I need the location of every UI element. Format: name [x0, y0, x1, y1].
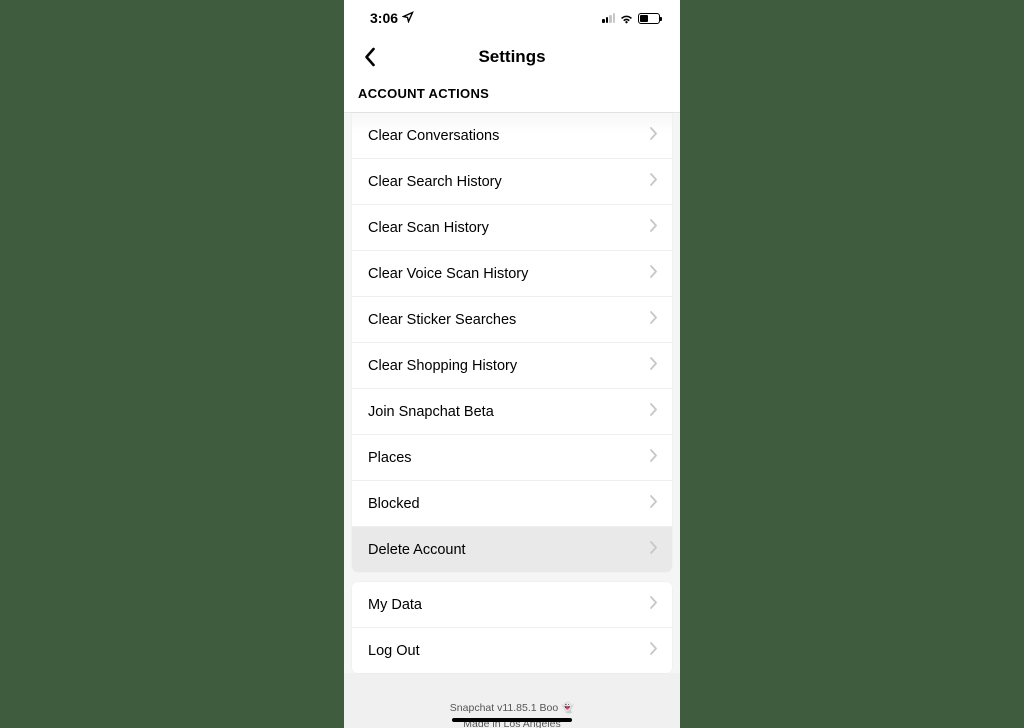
row-label: My Data — [368, 597, 422, 613]
home-indicator[interactable] — [452, 718, 572, 722]
chevron-right-icon — [650, 173, 658, 190]
chevron-right-icon — [650, 127, 658, 144]
row-join-beta[interactable]: Join Snapchat Beta — [352, 388, 672, 434]
chevron-right-icon — [650, 311, 658, 328]
row-label: Log Out — [368, 643, 420, 659]
cellular-signal-icon — [602, 13, 615, 23]
row-clear-shopping-history[interactable]: Clear Shopping History — [352, 342, 672, 388]
chevron-right-icon — [650, 265, 658, 282]
location-icon — [402, 10, 414, 26]
row-clear-search-history[interactable]: Clear Search History — [352, 158, 672, 204]
nav-header: Settings — [344, 36, 680, 78]
chevron-right-icon — [650, 642, 658, 659]
row-label: Clear Shopping History — [368, 358, 517, 374]
row-blocked[interactable]: Blocked — [352, 480, 672, 526]
row-delete-account[interactable]: Delete Account — [352, 526, 672, 572]
settings-group-2: My Data Log Out — [352, 582, 672, 673]
chevron-right-icon — [650, 596, 658, 613]
row-clear-conversations[interactable]: Clear Conversations — [352, 113, 672, 158]
row-label: Delete Account — [368, 542, 466, 558]
status-right — [602, 13, 660, 24]
chevron-right-icon — [650, 541, 658, 558]
footer-version: Snapchat v11.85.1 Boo 👻 — [344, 701, 680, 717]
row-label: Clear Sticker Searches — [368, 312, 516, 328]
page-title: Settings — [478, 47, 545, 67]
chevron-right-icon — [650, 495, 658, 512]
row-label: Clear Search History — [368, 174, 502, 190]
settings-list: Clear Conversations Clear Search History… — [344, 113, 680, 728]
row-label: Clear Scan History — [368, 220, 489, 236]
chevron-left-icon — [363, 47, 376, 67]
row-clear-sticker-searches[interactable]: Clear Sticker Searches — [352, 296, 672, 342]
chevron-right-icon — [650, 219, 658, 236]
section-title: ACCOUNT ACTIONS — [344, 78, 680, 113]
battery-icon — [638, 13, 660, 24]
row-label: Places — [368, 450, 412, 466]
status-bar: 3:06 — [344, 0, 680, 36]
row-clear-voice-scan-history[interactable]: Clear Voice Scan History — [352, 250, 672, 296]
status-left: 3:06 — [370, 10, 414, 26]
row-label: Clear Voice Scan History — [368, 266, 528, 282]
row-my-data[interactable]: My Data — [352, 582, 672, 627]
row-clear-scan-history[interactable]: Clear Scan History — [352, 204, 672, 250]
row-label: Clear Conversations — [368, 128, 499, 144]
row-places[interactable]: Places — [352, 434, 672, 480]
row-label: Blocked — [368, 496, 420, 512]
phone-frame: 3:06 Settings ACCOUNT ACTIONS — [344, 0, 680, 728]
chevron-right-icon — [650, 357, 658, 374]
settings-group-1: Clear Conversations Clear Search History… — [352, 113, 672, 572]
status-time: 3:06 — [370, 10, 398, 26]
chevron-right-icon — [650, 449, 658, 466]
wifi-icon — [619, 13, 634, 24]
row-log-out[interactable]: Log Out — [352, 627, 672, 673]
back-button[interactable] — [354, 42, 384, 72]
row-label: Join Snapchat Beta — [368, 404, 494, 420]
chevron-right-icon — [650, 403, 658, 420]
